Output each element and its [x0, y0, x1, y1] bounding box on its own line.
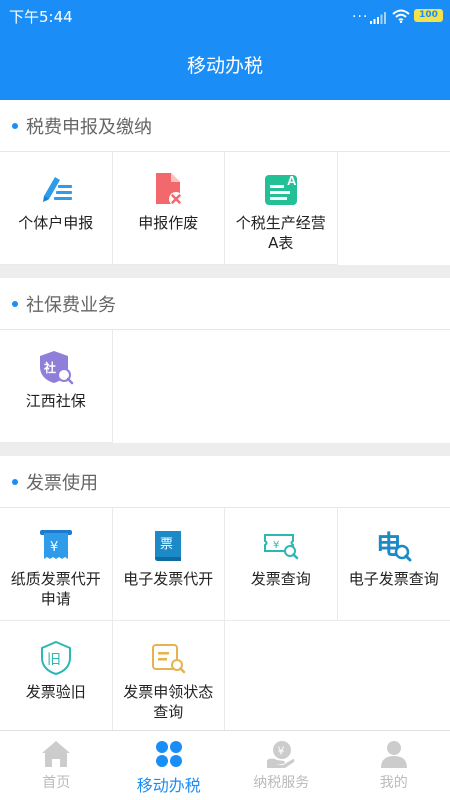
tile-paper-invoice-request[interactable]: ¥ 纸质发票代开申请	[0, 508, 113, 621]
section-header: 社保费业务	[0, 278, 450, 330]
invoice-search-icon: ¥	[263, 534, 298, 560]
function-grid: 个体户申报 申报作废 A 个税生产经营A表	[0, 152, 450, 265]
tab-mine[interactable]: 我的	[338, 731, 450, 800]
tile-label: 个税生产经营A表	[235, 214, 326, 252]
svg-text:¥: ¥	[278, 745, 285, 758]
bottom-tab-bar: 首页 移动办税 ¥ 纳税服务 我的	[0, 730, 450, 800]
wifi-icon	[392, 8, 410, 27]
tile-invoice-verify-old[interactable]: 旧 发票验旧	[0, 621, 113, 730]
tab-label: 移动办税	[136, 776, 201, 795]
e-invoice-search-icon: 电	[376, 531, 412, 562]
battery-icon: 100	[414, 9, 443, 22]
document-cancel-icon	[156, 173, 184, 206]
section-title: 税费申报及缴纳	[26, 116, 152, 138]
bullet-dot-icon	[12, 300, 18, 307]
section-title: 发票使用	[26, 472, 98, 494]
tile-individual-declaration[interactable]: 个体户申报	[0, 152, 113, 265]
status-bar: 下午5:44 ... 100	[0, 0, 450, 32]
svg-text:旧: 旧	[47, 652, 61, 668]
section-header: 发票使用	[0, 456, 450, 508]
page-title: 移动办税	[186, 55, 263, 77]
tab-label: 我的	[379, 775, 408, 791]
bullet-dot-icon	[12, 478, 18, 485]
tab-home[interactable]: 首页	[0, 731, 113, 800]
tile-jiangxi-social-security[interactable]: 社 江西社保	[0, 330, 113, 443]
paper-invoice-icon: ¥	[39, 530, 72, 559]
tab-label: 首页	[42, 775, 71, 791]
tab-mobile-tax[interactable]: 移动办税	[113, 731, 226, 800]
social-security-shield-icon: 社	[39, 351, 73, 385]
section-header: 税费申报及缴纳	[0, 100, 450, 152]
tile-label: 发票验旧	[25, 683, 86, 701]
user-icon	[380, 741, 407, 768]
tile-label: 申报作废	[138, 214, 199, 232]
form-a-icon: A	[264, 173, 297, 205]
status-dots: ...	[352, 5, 369, 21]
invoice-status-search-icon	[152, 644, 186, 674]
main-content[interactable]: 税费申报及缴纳 个体户申报 申报作废 A 个税生产经营A表 社保费业务 社 江西…	[0, 100, 450, 730]
tile-label: 电子发票查询	[348, 570, 439, 588]
invoice-verify-icon: 旧	[40, 640, 71, 676]
tile-invoice-status-search[interactable]: 发票申领状态查询	[113, 621, 225, 730]
tile-label: 纸质发票代开申请	[10, 570, 101, 608]
grid-dots-icon	[155, 741, 182, 767]
function-grid: 社 江西社保	[0, 330, 450, 443]
tile-label: 江西社保	[25, 392, 86, 410]
svg-text:社: 社	[43, 360, 56, 375]
tax-service-icon: ¥	[267, 741, 295, 768]
svg-text:A: A	[287, 173, 297, 188]
pen-form-icon	[42, 177, 72, 202]
section-title: 社保费业务	[26, 294, 116, 316]
section-social-security: 社保费业务 社 江西社保	[0, 278, 450, 443]
e-invoice-issue-icon: 票	[155, 531, 182, 561]
tile-label: 发票申领状态查询	[123, 683, 214, 721]
svg-text:¥: ¥	[273, 540, 279, 551]
tile-invoice-search[interactable]: ¥ 发票查询	[225, 508, 338, 621]
section-invoice-usage: 发票使用 ¥ 纸质发票代开申请 票 电子发票代开 ¥ 发票查询 电 电子发票查询…	[0, 456, 450, 730]
status-time: 下午5:44	[9, 8, 73, 26]
tile-declaration-void[interactable]: 申报作废	[112, 152, 225, 265]
tile-e-invoice-issue[interactable]: 票 电子发票代开	[112, 508, 225, 621]
home-icon	[42, 741, 71, 767]
tile-label: 个体户申报	[18, 214, 94, 232]
tile-label: 电子发票代开	[123, 570, 214, 588]
svg-text:¥: ¥	[50, 540, 58, 555]
tile-e-invoice-search[interactable]: 电 电子发票查询	[337, 508, 450, 621]
svg-text:票: 票	[160, 537, 173, 552]
signal-icon	[370, 9, 386, 28]
bullet-dot-icon	[12, 122, 18, 129]
tab-tax-service[interactable]: ¥ 纳税服务	[225, 731, 338, 800]
tab-label: 纳税服务	[253, 775, 310, 791]
function-grid: ¥ 纸质发票代开申请 票 电子发票代开 ¥ 发票查询 电 电子发票查询 旧 发票…	[0, 508, 450, 730]
tile-personal-tax-form-a[interactable]: A 个税生产经营A表	[225, 152, 338, 265]
tile-label: 发票查询	[250, 570, 311, 588]
header: 移动办税	[0, 32, 450, 100]
section-tax-declaration: 税费申报及缴纳 个体户申报 申报作废 A 个税生产经营A表	[0, 100, 450, 265]
